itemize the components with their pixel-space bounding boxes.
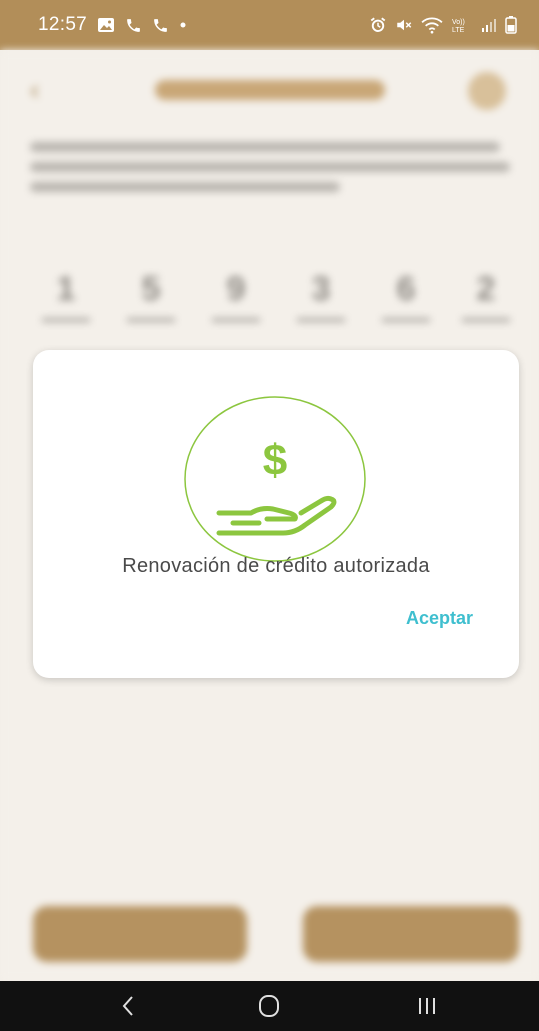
code-digit-underline [127, 318, 175, 322]
svg-text:LTE: LTE [452, 27, 465, 34]
home-icon[interactable] [254, 993, 284, 1019]
mute-icon [395, 16, 413, 34]
code-digit-underline [212, 318, 260, 322]
background-text-line [30, 182, 340, 192]
code-digit: 5 [141, 270, 161, 308]
dot-icon [179, 21, 187, 29]
back-icon[interactable] [113, 993, 143, 1019]
back-arrow-icon: ‹ [30, 74, 40, 105]
code-digit: 6 [396, 270, 416, 308]
status-left: 12:57 [38, 14, 187, 36]
navigation-bar [0, 981, 539, 1031]
background-text-line [30, 162, 510, 172]
code-digit: 9 [226, 270, 246, 308]
code-digit-underline [462, 318, 510, 322]
hand-dollar-icon: $ [183, 395, 367, 563]
signal-icon [481, 17, 497, 33]
background-text-line [30, 142, 500, 152]
wifi-icon [421, 16, 443, 34]
alarm-icon [369, 16, 387, 34]
recents-icon[interactable] [412, 993, 442, 1019]
code-digit: 3 [311, 270, 331, 308]
dialog-message: Renovación de crédito autorizada [122, 555, 430, 577]
code-digit-underline [42, 318, 90, 322]
battery-icon [505, 16, 517, 34]
phone-icon [125, 17, 142, 34]
code-digit-underline [297, 318, 345, 322]
screen: 12:57 Vo)) LTE ‹ 1 5 9 3 6 2 $ Renovació… [0, 0, 539, 1031]
volte-lte-icon: Vo)) LTE [451, 16, 473, 34]
background-title-placeholder [155, 80, 385, 100]
help-icon [468, 72, 506, 110]
svg-text:Vo)): Vo)) [452, 19, 465, 26]
svg-text:$: $ [263, 436, 287, 485]
credit-renewal-dialog: $ Renovación de crédito autorizada Acept… [33, 350, 519, 678]
code-digit: 1 [56, 270, 76, 308]
code-digit-underline [382, 318, 430, 322]
background-right-button [303, 906, 519, 962]
status-right: Vo)) LTE [369, 16, 517, 34]
code-digit: 2 [476, 270, 496, 308]
status-bar: 12:57 Vo)) LTE [0, 0, 539, 50]
phone-icon [152, 17, 169, 34]
background-left-button [33, 906, 247, 962]
accept-button[interactable]: Aceptar [406, 608, 473, 629]
status-time: 12:57 [38, 14, 88, 35]
image-icon [97, 17, 115, 33]
background-header: ‹ [0, 50, 539, 130]
